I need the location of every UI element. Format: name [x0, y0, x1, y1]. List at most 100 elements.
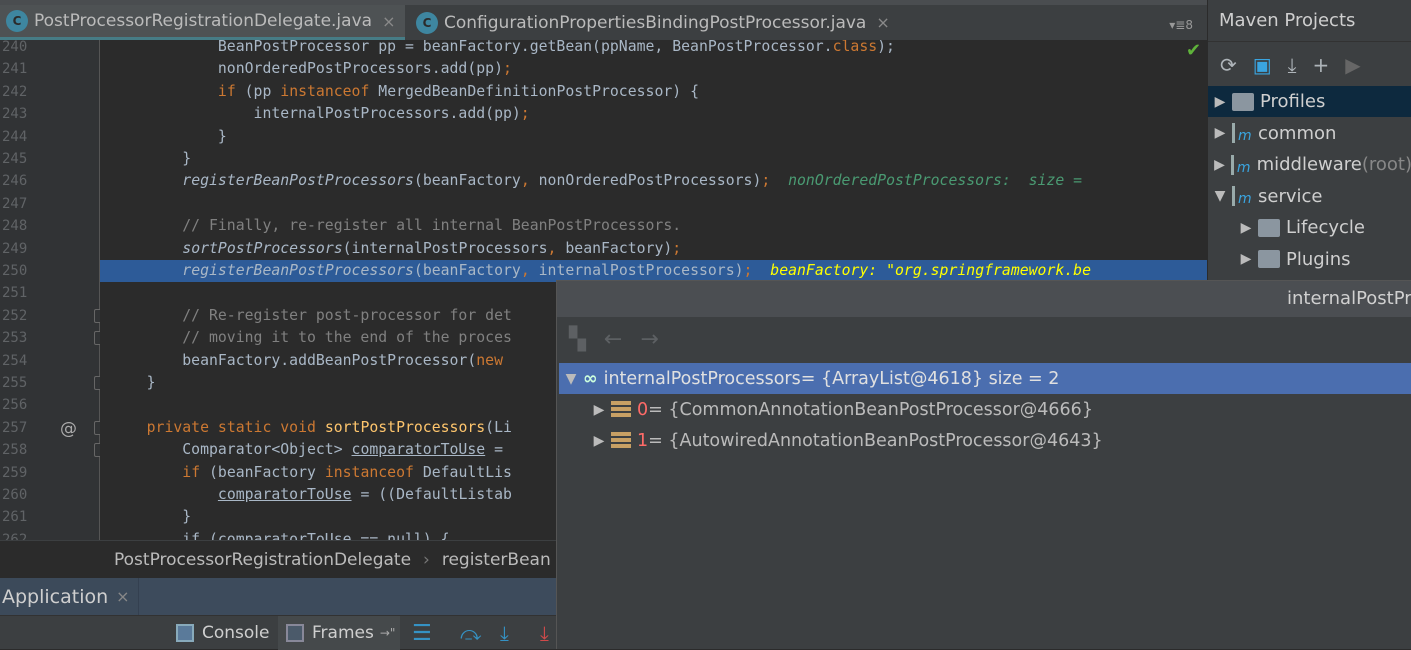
code-token: class: [832, 40, 878, 55]
back-arrow-icon[interactable]: ←: [604, 327, 622, 352]
code-token: comparatorToUse: [351, 441, 486, 459]
code-line[interactable]: if (pp instanceof MergedBeanDefinitionPo…: [100, 81, 1207, 103]
close-icon[interactable]: ×: [876, 13, 889, 32]
expand-triangle-icon[interactable]: ▶: [587, 402, 611, 418]
code-token: ;: [502, 60, 512, 78]
code-token: // moving it to the end of the proces: [111, 329, 512, 347]
forward-arrow-icon[interactable]: →: [640, 327, 658, 352]
line-number: 246: [2, 173, 28, 190]
maven-item-common[interactable]: ▶ m common: [1208, 118, 1411, 149]
code-line[interactable]: BeanPostProcessor pp = beanFactory.getBe…: [100, 40, 1207, 58]
line-number: 250: [2, 263, 28, 279]
code-token: nonOrderedPostProcessors: size =: [788, 172, 1091, 190]
code-line[interactable]: [100, 193, 1207, 215]
download-icon[interactable]: ⤓: [1288, 53, 1297, 77]
maven-item-label: Lifecycle: [1286, 217, 1365, 238]
close-icon[interactable]: ×: [116, 587, 129, 606]
line-number: 253: [2, 330, 28, 347]
generate-sources-icon[interactable]: ▣: [1253, 53, 1272, 77]
step-into-icon[interactable]: ⤓: [500, 616, 509, 650]
tab-application[interactable]: Application ×: [0, 578, 139, 615]
maven-item-service[interactable]: ▼ m service: [1208, 181, 1411, 212]
line-number: 256: [2, 397, 28, 414]
expand-triangle-icon[interactable]: ▶: [1208, 157, 1231, 173]
breadcrumb: PostProcessorRegistrationDelegate › regi…: [0, 540, 556, 578]
code-line[interactable]: }: [100, 148, 1207, 170]
code-token: (internalPostProcessors: [342, 239, 548, 257]
override-marker-icon[interactable]: @: [60, 419, 77, 439]
show-execution-point-icon[interactable]: ☰: [412, 616, 432, 650]
close-icon[interactable]: ×: [382, 12, 395, 31]
frames-tab[interactable]: Frames →": [278, 616, 400, 650]
code-line[interactable]: // Finally, re-register all internal Bea…: [100, 215, 1207, 237]
line-number: 245: [2, 151, 28, 167]
field-icon: [611, 431, 631, 450]
tab-postprocessorregistrationdelegate[interactable]: C PostProcessorRegistrationDelegate.java…: [0, 5, 405, 40]
line-number: 240: [2, 39, 28, 55]
breadcrumb-method[interactable]: registerBean: [442, 550, 551, 570]
checkmark-icon: ✔: [1186, 40, 1202, 61]
maven-item-profiles[interactable]: ▶ Profiles: [1208, 86, 1411, 117]
line-number: 251: [2, 285, 28, 302]
console-tab[interactable]: Console: [166, 616, 276, 650]
collapse-triangle-icon[interactable]: ▼: [559, 371, 583, 387]
code-token: beanFactory: "org.springframework.be: [770, 262, 1092, 279]
line-number: 249: [2, 240, 28, 257]
code-token: sortPostProcessors: [182, 239, 343, 257]
code-token: ,: [520, 172, 530, 190]
maven-item-label: service: [1258, 185, 1323, 207]
add-icon[interactable]: +: [1313, 53, 1330, 77]
tree-row-item-1[interactable]: ▶ 1 = {AutowiredAnnotationBeanPostProces…: [559, 425, 1411, 456]
expand-triangle-icon[interactable]: ▶: [587, 433, 611, 449]
code-line[interactable]: sortPostProcessors(internalPostProcessor…: [100, 238, 1207, 260]
run-icon[interactable]: ▶: [1345, 53, 1360, 77]
pin-icon[interactable]: →": [380, 626, 396, 640]
expand-triangle-icon[interactable]: ▶: [1208, 94, 1232, 110]
maven-item-lifecycle[interactable]: ▶ Lifecycle: [1208, 212, 1411, 243]
code-token: );: [877, 40, 895, 55]
tree-row-internalpostprocessors[interactable]: ▼ ∞ internalPostProcessors = {ArrayList@…: [559, 363, 1411, 394]
console-label: Console: [202, 623, 270, 643]
force-step-into-icon[interactable]: ⤓: [540, 616, 549, 650]
step-over-icon[interactable]: ⤼: [460, 616, 481, 650]
popup-title-bar[interactable]: internalPostProcessors: [557, 281, 1411, 317]
code-token: sortPostProcessors: [324, 418, 486, 436]
code-token: internalPostProcessors): [529, 262, 744, 279]
code-token: new: [476, 351, 503, 369]
navigate-icon[interactable]: ▚: [569, 327, 586, 352]
code-token: = ((DefaultListab: [351, 486, 512, 503]
line-number: 252: [2, 307, 28, 324]
code-token: nonOrderedPostProcessors.add(pp): [111, 60, 503, 78]
breadcrumb-class[interactable]: PostProcessorRegistrationDelegate: [114, 550, 411, 570]
maven-module-icon: m: [1232, 186, 1252, 207]
line-number: 247: [2, 195, 28, 212]
reimport-icon[interactable]: ⟳: [1220, 53, 1237, 77]
code-token: (Li: [485, 418, 512, 436]
item-value: = {AutowiredAnnotationBeanPostProcessor@…: [648, 430, 1103, 451]
code-line[interactable]: }: [100, 126, 1207, 148]
tab-configurationpropertiesbindingpostprocessor[interactable]: C ConfigurationPropertiesBindingPostProc…: [410, 5, 910, 40]
hidden-tabs-dropdown[interactable]: ▾≣8: [1169, 18, 1193, 32]
run-tab-bar: Application ×: [0, 578, 556, 615]
expand-triangle-icon[interactable]: ▶: [1234, 251, 1258, 267]
code-line[interactable]: registerBeanPostProcessors(beanFactory, …: [100, 170, 1207, 192]
code-token: private static void: [146, 418, 325, 436]
expand-triangle-icon[interactable]: ▶: [1234, 220, 1258, 236]
code-token: (pp: [235, 82, 281, 100]
expand-triangle-icon[interactable]: ▶: [1208, 125, 1232, 141]
maven-item-middleware[interactable]: ▶ m middleware (root): [1208, 149, 1411, 180]
code-line[interactable]: internalPostProcessors.add(pp);: [100, 103, 1207, 125]
maven-item-label: Profiles: [1260, 91, 1326, 112]
tree-row-item-0[interactable]: ▶ 0 = {CommonAnnotationBeanPostProcessor…: [559, 394, 1411, 425]
profiles-folder-icon: [1232, 92, 1254, 111]
maven-item-plugins[interactable]: ▶ Plugins: [1208, 244, 1411, 275]
code-line[interactable]: nonOrderedPostProcessors.add(pp);: [100, 58, 1207, 80]
plugins-folder-icon: [1258, 250, 1280, 268]
maven-panel-title: Maven Projects: [1208, 0, 1411, 42]
editor-tab-bar: C PostProcessorRegistrationDelegate.java…: [0, 0, 1207, 40]
code-token: ,: [520, 262, 530, 279]
collapse-triangle-icon[interactable]: ▼: [1208, 188, 1232, 204]
